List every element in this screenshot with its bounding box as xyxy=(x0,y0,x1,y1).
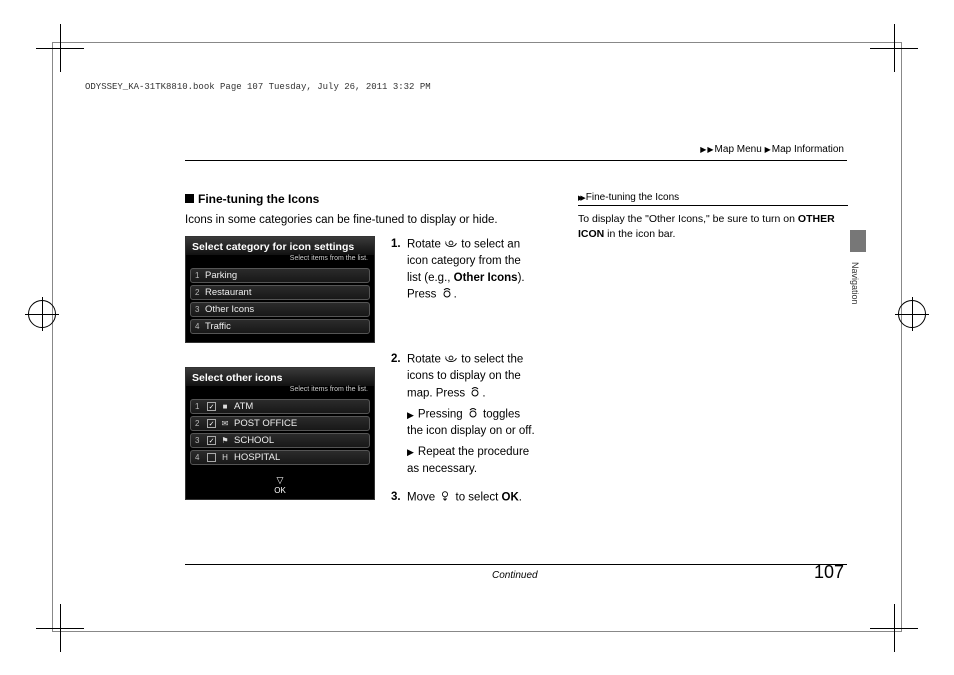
substep: Pressing toggles the icon display on or … xyxy=(407,406,535,440)
sidebar-heading: Fine-tuning the Icons xyxy=(578,192,848,206)
print-header: ODYSSEY_KA-31TK8810.book Page 107 Tuesda… xyxy=(85,82,431,92)
rotate-dial-icon xyxy=(444,351,458,368)
triangle-icon xyxy=(407,446,418,458)
move-down-icon xyxy=(438,489,452,506)
crop-mark-icon xyxy=(36,604,84,652)
checkbox-icon xyxy=(207,453,216,462)
step-1: 1. Rotate to select an icon category fro… xyxy=(391,236,535,303)
step-3: 3. Move to select OK. xyxy=(391,489,535,506)
press-select-icon xyxy=(468,385,482,402)
list-item: 4Traffic xyxy=(190,319,370,334)
poi-icon: ✉ xyxy=(220,419,230,428)
breadcrumb-item: Map Menu xyxy=(715,144,762,155)
continued-label: Continued xyxy=(492,570,538,581)
registration-mark-icon xyxy=(28,300,56,328)
screen-title: Select category for icon settings xyxy=(186,237,374,255)
section-title: Fine-tuning the Icons xyxy=(198,192,319,206)
section-heading: Fine-tuning the Icons xyxy=(185,192,535,206)
checkbox-icon: ✓ xyxy=(207,402,216,411)
triangle-down-icon xyxy=(186,475,374,486)
intro-text: Icons in some categories can be fine-tun… xyxy=(185,214,535,226)
checkbox-icon: ✓ xyxy=(207,419,216,428)
list-item: 2Restaurant xyxy=(190,285,370,300)
poi-icon: ⚑ xyxy=(220,436,230,445)
list-item: 1✓■ATM xyxy=(190,399,370,414)
poi-icon: H xyxy=(220,453,230,462)
screen-title: Select other icons xyxy=(186,368,374,386)
sidebar-title: Fine-tuning the Icons xyxy=(586,192,679,203)
double-triangle-icon xyxy=(578,192,583,203)
triangle-icon xyxy=(765,144,772,155)
ok-indicator: OK xyxy=(186,473,374,499)
screenshot-select-category: Select category for icon settings Select… xyxy=(185,236,375,343)
crop-mark-icon xyxy=(870,604,918,652)
triangle-icon xyxy=(407,409,418,421)
registration-mark-icon xyxy=(898,300,926,328)
screenshot-select-other-icons: Select other icons Select items from the… xyxy=(185,367,375,500)
step-2: 2. Rotate to select the icons to display… xyxy=(391,351,535,477)
crop-mark-icon xyxy=(36,24,84,72)
triangle-icon xyxy=(707,144,714,155)
breadcrumb: Map Menu Map Information xyxy=(700,144,844,155)
section-tab-label: Navigation xyxy=(850,262,860,305)
breadcrumb-item: Map Information xyxy=(772,144,844,155)
poi-icon: ■ xyxy=(220,402,230,411)
list-item: 4HHOSPITAL xyxy=(190,450,370,465)
checkbox-icon: ✓ xyxy=(207,436,216,445)
screen-subtitle: Select items from the list. xyxy=(186,386,374,395)
divider xyxy=(185,160,847,161)
sidebar-body: To display the "Other Icons," be sure to… xyxy=(578,212,848,242)
list-item: 3✓⚑SCHOOL xyxy=(190,433,370,448)
page-number: 107 xyxy=(814,562,844,583)
list-item: 2✓✉POST OFFICE xyxy=(190,416,370,431)
press-select-icon xyxy=(440,286,454,303)
thumb-tab xyxy=(850,230,866,252)
substep: Repeat the procedure as necessary. xyxy=(407,444,535,477)
crop-mark-icon xyxy=(870,24,918,72)
square-bullet-icon xyxy=(185,194,194,203)
rotate-dial-icon xyxy=(444,236,458,253)
list-item: 3Other Icons xyxy=(190,302,370,317)
screen-subtitle: Select items from the list. xyxy=(186,255,374,264)
press-select-icon xyxy=(466,406,480,423)
list-item: 1Parking xyxy=(190,268,370,283)
divider xyxy=(185,564,847,565)
